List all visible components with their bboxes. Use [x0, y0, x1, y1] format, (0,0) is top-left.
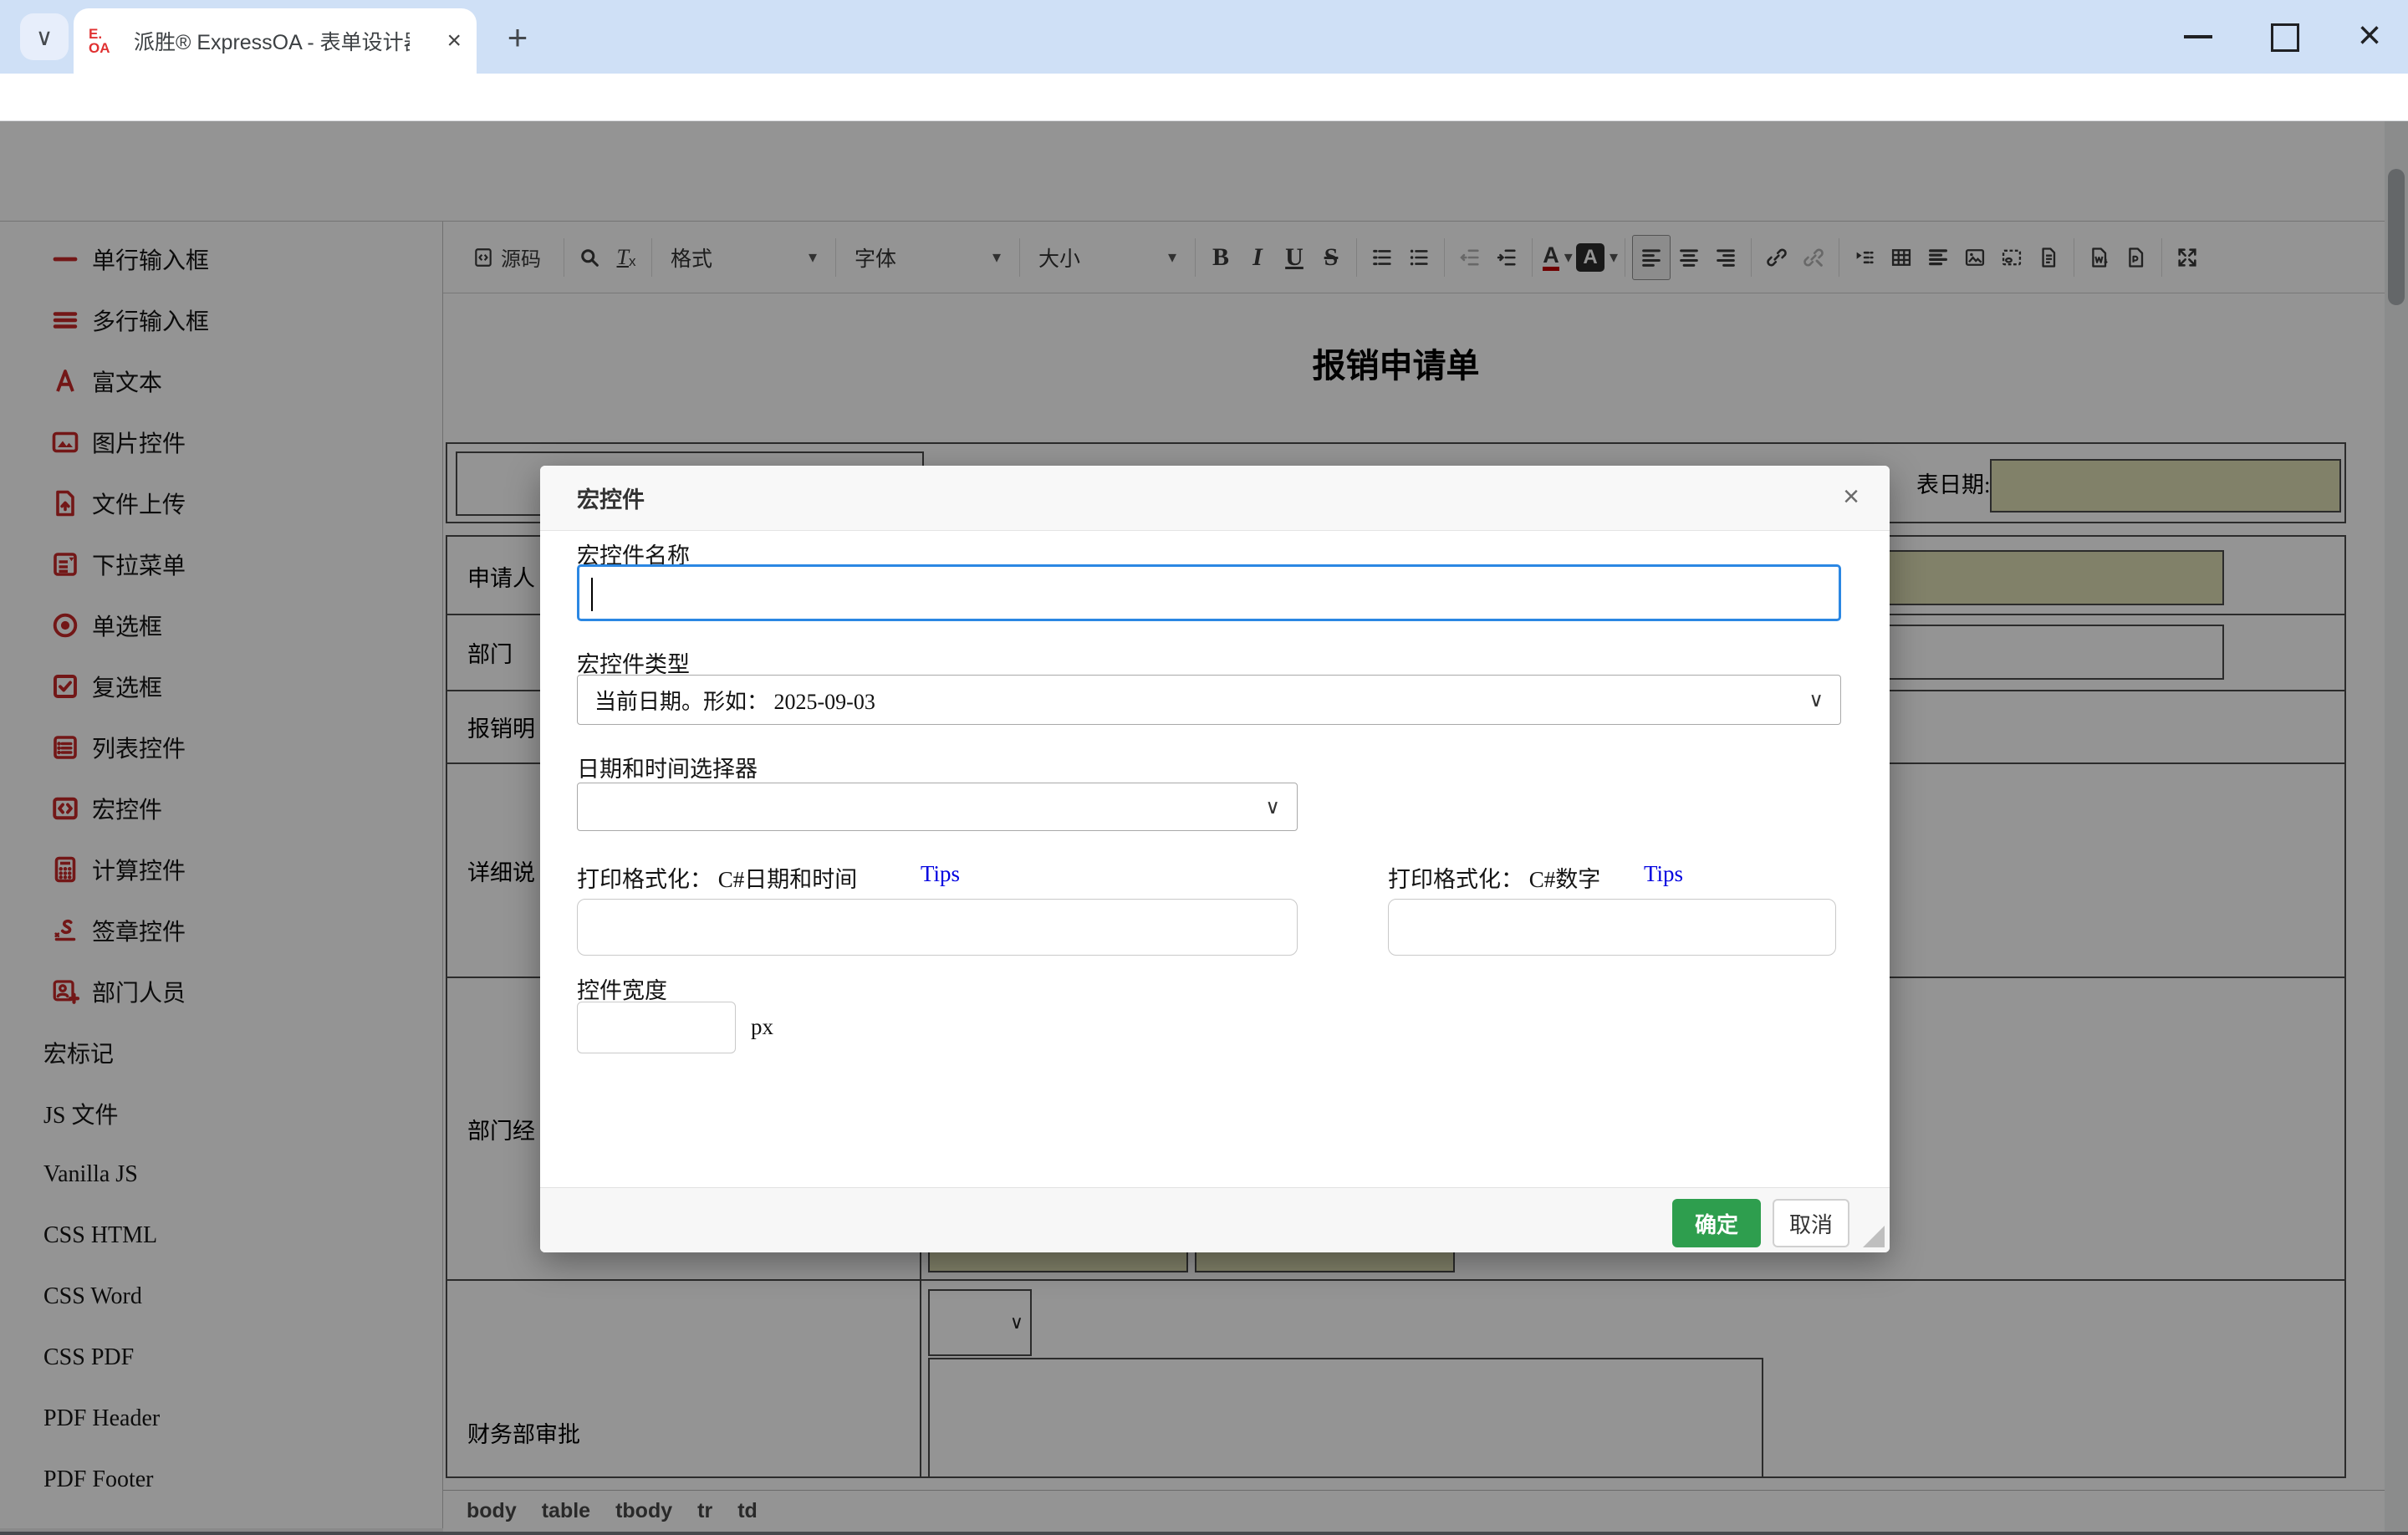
print-format-datetime-input[interactable] — [577, 899, 1298, 956]
dialog-footer: 确定 取消 — [540, 1187, 1890, 1252]
macro-name-input[interactable] — [577, 564, 1841, 621]
print-format-number-input[interactable] — [1388, 899, 1836, 956]
text-caret — [591, 578, 593, 611]
tab-search-button[interactable]: ∨ — [20, 13, 69, 60]
cancel-button[interactable]: 取消 — [1773, 1199, 1849, 1247]
macro-type-select[interactable]: 当前日期。形如： 2025-09-03 ∨ — [577, 675, 1841, 725]
window-maximize-button[interactable] — [2271, 23, 2299, 52]
width-unit-label: px — [751, 1014, 773, 1040]
macro-control-dialog: 宏控件 × 宏控件名称 宏控件类型 当前日期。形如： 2025-09-03 ∨ … — [540, 466, 1890, 1252]
macro-type-value: 当前日期。形如： 2025-09-03 — [594, 685, 875, 716]
datetime-tips-link[interactable]: Tips — [921, 861, 960, 887]
close-icon: × — [2358, 13, 2381, 59]
print-format-number-label: 打印格式化： C#数字 — [1388, 861, 1600, 894]
number-tips-link[interactable]: Tips — [1644, 861, 1683, 887]
dialog-close-icon[interactable]: × — [1843, 481, 1860, 513]
window-close-button[interactable]: × — [2346, 12, 2393, 59]
dialog-resize-handle[interactable] — [1863, 1226, 1885, 1247]
dialog-header: 宏控件 × — [540, 466, 1890, 531]
datetime-picker-label: 日期和时间选择器 — [577, 751, 758, 783]
print-format-datetime-label: 打印格式化： C#日期和时间 — [577, 861, 857, 894]
plus-icon: + — [508, 18, 528, 58]
ok-button[interactable]: 确定 — [1672, 1199, 1761, 1247]
chevron-down-icon: ∨ — [1809, 688, 1824, 712]
browser-titlebar: ∨ E.OA 派胜® ExpressOA - 表单设计器 × + × — [0, 0, 2408, 74]
dialog-title: 宏控件 — [577, 482, 645, 514]
chevron-down-icon: ∨ — [36, 23, 54, 51]
new-tab-button[interactable]: + — [498, 18, 537, 57]
control-width-label: 控件宽度 — [577, 972, 667, 1005]
chevron-down-icon: ∨ — [1265, 795, 1280, 819]
browser-navbar: ← → ⟳ demo.paioffice.com/flow/form/desig… — [0, 74, 2408, 121]
datetime-picker-select[interactable]: ∨ — [577, 783, 1298, 831]
expressoa-favicon: E.OA — [89, 27, 125, 55]
browser-tab[interactable]: E.OA 派胜® ExpressOA - 表单设计器 × — [74, 8, 477, 74]
window-minimize-button[interactable] — [2184, 35, 2212, 38]
tab-close-icon[interactable]: × — [446, 27, 462, 55]
control-width-input[interactable] — [577, 1002, 736, 1053]
tab-title: 派胜® ExpressOA - 表单设计器 — [134, 26, 410, 56]
